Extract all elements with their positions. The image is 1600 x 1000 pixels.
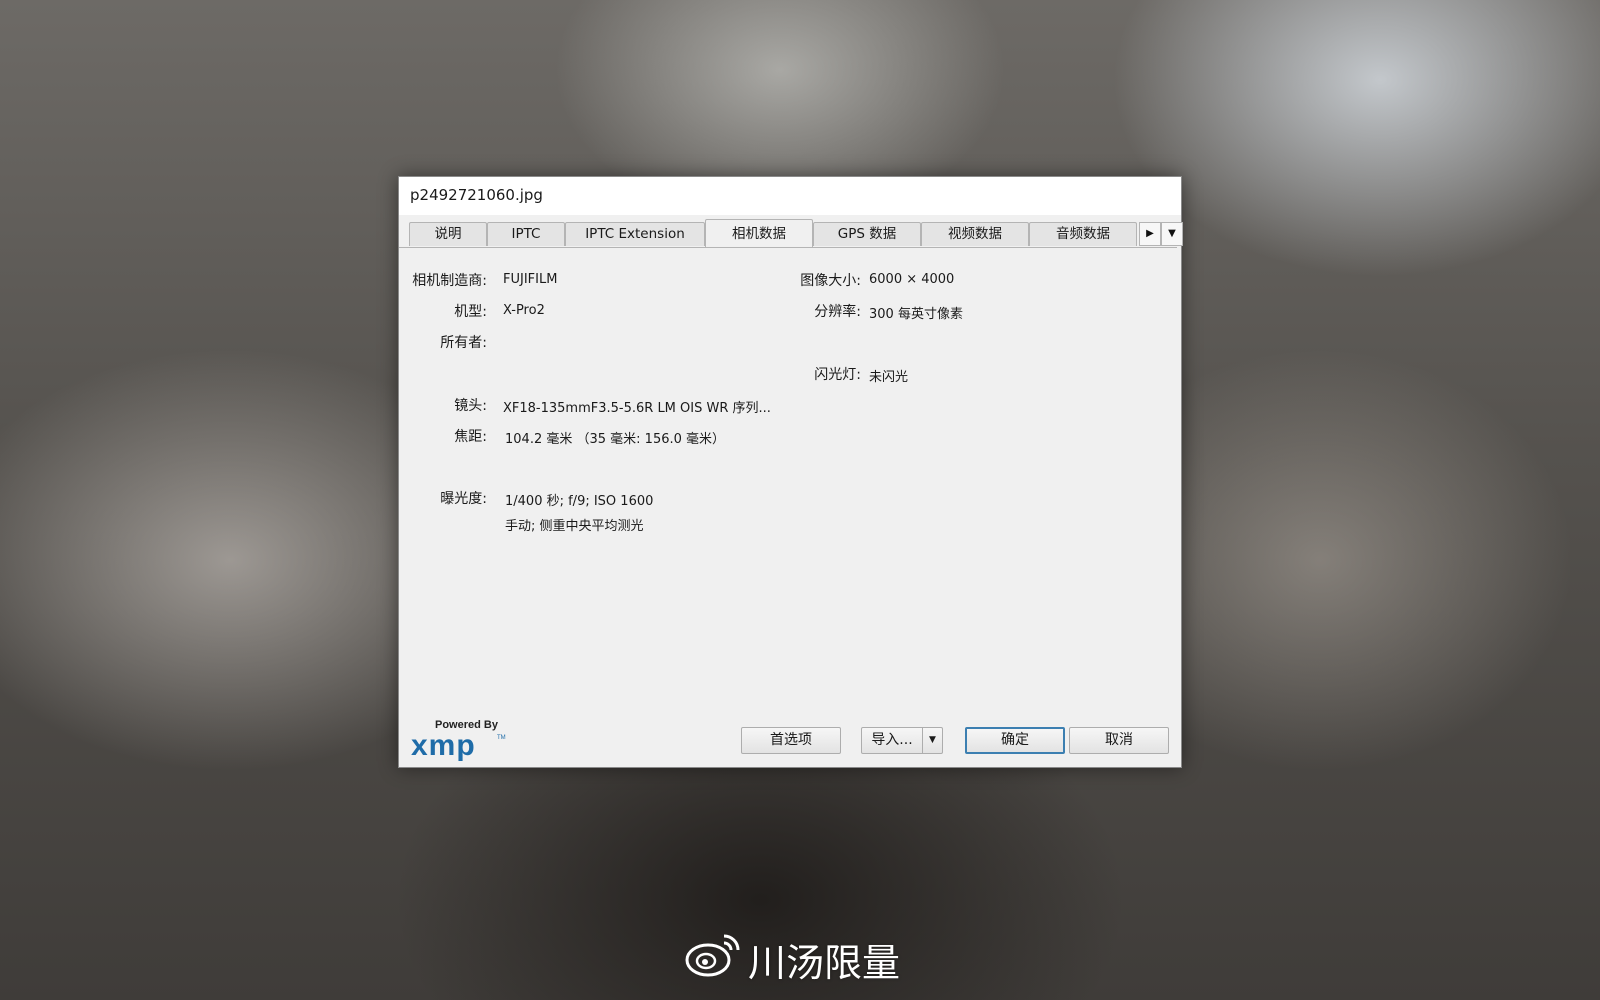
watermark-text: 川汤限量 <box>748 941 901 985</box>
flash-value: 未闪光 <box>869 370 909 385</box>
model-value: X-Pro2 <box>503 303 545 318</box>
image-size-value: 6000 × 4000 <box>869 272 955 287</box>
lens-value: XF18-135mmF3.5-5.6R LM OIS WR 序列... <box>503 401 771 416</box>
exposure-value: 1/400 秒; f/9; ISO 1600 <box>505 494 654 509</box>
weibo-icon <box>685 934 740 977</box>
tab-video-data[interactable]: 视频数据 <box>921 222 1029 246</box>
owner-label: 所有者: <box>440 335 487 351</box>
xmp-trademark: TM <box>497 735 506 741</box>
file-info-dialog: p2492721060.jpg 说明 IPTC IPTC Extension 相… <box>398 176 1183 768</box>
import-button[interactable]: 导入... <box>861 727 923 754</box>
cancel-button[interactable]: 取消 <box>1069 727 1169 754</box>
flash-label: 闪光灯: <box>814 367 861 383</box>
tab-description[interactable]: 说明 <box>409 222 487 246</box>
tab-camera-data[interactable]: 相机数据 <box>705 219 813 247</box>
dialog-title: p2492721060.jpg <box>410 186 543 204</box>
resolution-label: 分辨率: <box>814 304 861 320</box>
weibo-watermark: 川汤限量 <box>684 930 900 985</box>
tab-iptc[interactable]: IPTC <box>487 222 565 246</box>
make-value: FUJIFILM <box>503 272 558 287</box>
title-bar[interactable]: p2492721060.jpg <box>399 177 1181 215</box>
model-label: 机型: <box>454 304 487 320</box>
make-label: 相机制造商: <box>412 273 487 289</box>
tab-divider <box>399 247 1177 248</box>
lens-label: 镜头: <box>454 398 487 414</box>
triangle-down-icon: ▼ <box>1168 228 1176 239</box>
preferences-button[interactable]: 首选项 <box>741 727 841 754</box>
exposure-label: 曝光度: <box>440 491 487 507</box>
tab-bar: 说明 IPTC IPTC Extension 相机数据 GPS 数据 视频数据 … <box>409 219 1183 247</box>
triangle-right-icon: ▶ <box>1146 228 1154 239</box>
ok-button[interactable]: 确定 <box>965 727 1065 754</box>
xmp-logo: Powered By xmp TM <box>411 719 511 763</box>
chevron-down-icon: ▼ <box>929 735 936 745</box>
focal-length-label: 焦距: <box>454 429 487 445</box>
exposure-mode-value: 手动; 侧重中央平均测光 <box>505 519 644 534</box>
tab-gps-data[interactable]: GPS 数据 <box>813 222 921 246</box>
resolution-value: 300 每英寸像素 <box>869 307 963 322</box>
import-dropdown-button[interactable]: ▼ <box>922 727 943 754</box>
tab-iptc-extension[interactable]: IPTC Extension <box>565 222 705 246</box>
tab-scroll-right-button[interactable]: ▶ <box>1139 222 1161 246</box>
tab-audio-data[interactable]: 音频数据 <box>1029 222 1137 246</box>
tab-menu-button[interactable]: ▼ <box>1161 222 1183 246</box>
focal-length-value: 104.2 毫米 （35 毫米: 156.0 毫米） <box>505 432 726 447</box>
xmp-logo-text: xmp <box>411 729 476 762</box>
image-size-label: 图像大小: <box>800 273 861 289</box>
